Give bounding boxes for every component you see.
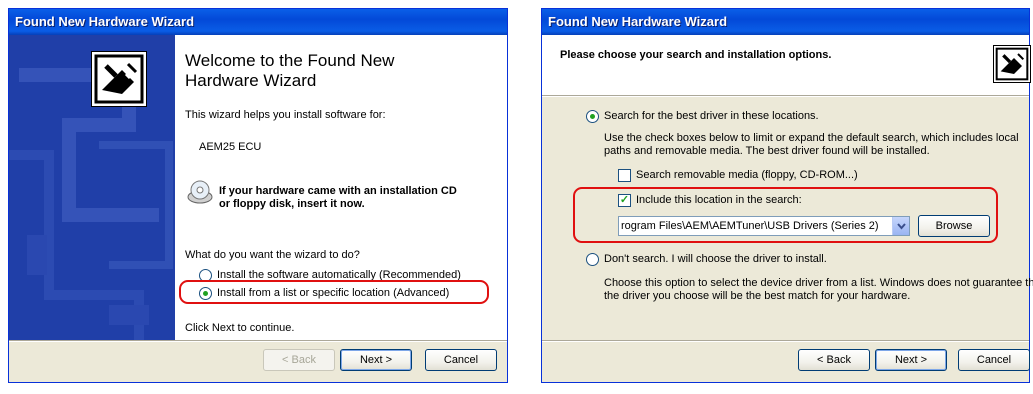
highlight-install-list	[179, 280, 489, 304]
cd-prompt-line2: or floppy disk, insert it now.	[219, 198, 365, 210]
right-window-title: Found New Hardware Wizard	[548, 14, 728, 29]
right-hardware-icon	[993, 45, 1031, 83]
right-header-band: Please choose your search and installati…	[542, 35, 1031, 95]
right-wizard-window: Found New Hardware Wizard Please choose …	[541, 8, 1033, 383]
left-footer-separator	[9, 340, 507, 342]
right-footer-separator	[542, 340, 1029, 342]
search-desc-line2: paths and removable media. The best driv…	[604, 145, 930, 157]
option-search-label[interactable]: Search for the best driver in these loca…	[604, 110, 819, 122]
continue-text: Click Next to continue.	[185, 322, 295, 334]
option-dont-search-label[interactable]: Don't search. I will choose the driver t…	[604, 253, 827, 265]
dont-desc-line1: Choose this option to select the device …	[604, 277, 1033, 289]
highlight-location-group	[573, 187, 998, 243]
left-window-title: Found New Hardware Wizard	[15, 14, 195, 29]
cd-icon	[187, 179, 213, 205]
device-name: AEM25 ECU	[199, 141, 262, 153]
welcome-heading-line2: Hardware Wizard	[185, 71, 317, 90]
dont-desc-line2: the driver you choose will be the best m…	[604, 290, 911, 302]
left-back-button[interactable]: < Back	[263, 349, 335, 371]
search-desc-line1: Use the check boxes below to limit or ex…	[604, 132, 1019, 144]
welcome-heading-line1: Welcome to the Found New	[185, 51, 395, 70]
right-header-text: Please choose your search and installati…	[560, 49, 832, 61]
left-cancel-button[interactable]: Cancel	[425, 349, 497, 371]
left-title-bar[interactable]: Found New Hardware Wizard	[9, 9, 507, 35]
right-next-button[interactable]: Next >	[875, 349, 947, 371]
cd-prompt-line1: If your hardware came with an installati…	[219, 185, 457, 197]
left-next-button[interactable]: Next >	[340, 349, 412, 371]
hardware-icon	[91, 51, 147, 107]
right-title-bar[interactable]: Found New Hardware Wizard	[542, 9, 1029, 35]
check-removable-label[interactable]: Search removable media (floppy, CD-ROM..…	[636, 169, 858, 181]
left-wizard-window: Found New Hardware Wizard Welcome to the…	[8, 8, 508, 383]
intro-text: This wizard helps you install software f…	[185, 109, 386, 121]
left-content-area: Welcome to the Found New Hardware Wizard…	[175, 35, 507, 340]
radio-search-best[interactable]	[586, 110, 599, 123]
right-header-separator	[542, 95, 1029, 97]
check-removable-media[interactable]	[618, 169, 631, 182]
question-text: What do you want the wizard to do?	[185, 249, 360, 261]
wizard-side-graphic	[9, 35, 175, 340]
radio-dont-search[interactable]	[586, 253, 599, 266]
right-cancel-button[interactable]: Cancel	[958, 349, 1030, 371]
right-back-button[interactable]: < Back	[798, 349, 870, 371]
